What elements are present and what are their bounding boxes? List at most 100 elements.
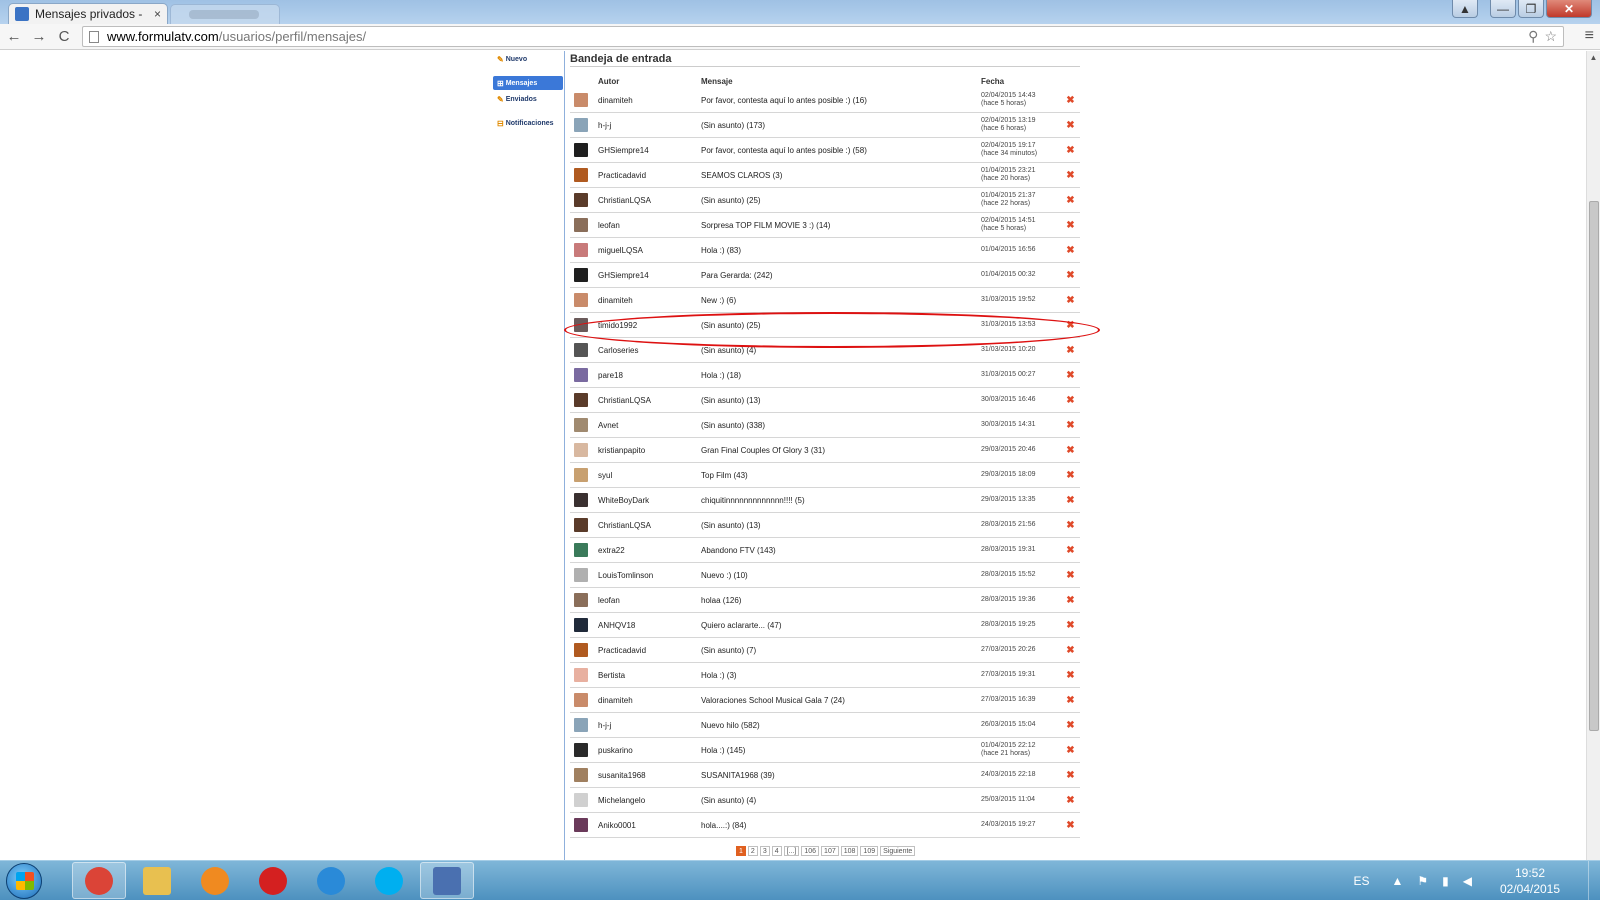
message-subject[interactable]: Por favor, contesta aquí lo antes posibl…	[701, 146, 981, 155]
browser-tab-inactive[interactable]	[170, 4, 280, 24]
message-row[interactable]: Avnet (Sin asunto) (338) 30/03/2015 14:31 ✖	[570, 413, 1080, 438]
delete-icon[interactable]: ✖	[1061, 420, 1080, 431]
avatar[interactable]	[574, 768, 588, 782]
avatar[interactable]	[574, 218, 588, 232]
language-indicator[interactable]: ES	[1353, 874, 1369, 888]
delete-icon[interactable]: ✖	[1061, 720, 1080, 731]
delete-icon[interactable]: ✖	[1061, 370, 1080, 381]
user-profile-icon[interactable]: ▲	[1452, 0, 1478, 18]
message-row[interactable]: ChristianLQSA (Sin asunto) (25) 01/04/2015…	[570, 188, 1080, 213]
message-author[interactable]: leofan	[598, 596, 701, 605]
pager-link[interactable]: 4	[771, 846, 782, 856]
message-row[interactable]: ANHQV18 Quiero aclararte... (47) 28/03/201…	[570, 613, 1080, 638]
message-subject[interactable]: Top Film (43)	[701, 471, 981, 480]
message-subject[interactable]: (Sin asunto) (338)	[701, 421, 981, 430]
avatar[interactable]	[574, 168, 588, 182]
message-author[interactable]: Practicadavid	[598, 646, 701, 655]
avatar[interactable]	[574, 368, 588, 382]
message-subject[interactable]: SUSANITA1968 (39)	[701, 771, 981, 780]
delete-icon[interactable]: ✖	[1061, 320, 1080, 331]
address-bar[interactable]: www.formulatv.com/usuarios/perfil/mensaj…	[82, 26, 1564, 47]
message-subject[interactable]: Nuevo :) (10)	[701, 571, 981, 580]
message-subject[interactable]: Hola :) (18)	[701, 371, 981, 380]
avatar[interactable]	[574, 93, 588, 107]
message-row[interactable]: dinamiteh Por favor, contesta aquí lo ant…	[570, 88, 1080, 113]
avatar[interactable]	[574, 418, 588, 432]
taskbar-app-chrome[interactable]	[72, 862, 126, 899]
message-author[interactable]: Aniko0001	[598, 821, 701, 830]
message-author[interactable]: susanita1968	[598, 771, 701, 780]
sidebar-item-notificaciones[interactable]: ⊟ Notificaciones	[493, 116, 563, 130]
delete-icon[interactable]: ✖	[1061, 95, 1080, 106]
message-subject[interactable]: (Sin asunto) (173)	[701, 121, 981, 130]
delete-icon[interactable]: ✖	[1061, 120, 1080, 131]
message-author[interactable]: timido1992	[598, 321, 701, 330]
message-subject[interactable]: Valoraciones School Musical Gala 7 (24)	[701, 696, 981, 705]
message-row[interactable]: GHSiempre14 Para Gerarda: (242) 01/04/2015…	[570, 263, 1080, 288]
delete-icon[interactable]: ✖	[1061, 195, 1080, 206]
pager-link[interactable]: 107	[821, 846, 839, 856]
delete-icon[interactable]: ✖	[1061, 545, 1080, 556]
message-subject[interactable]: Sorpresa TOP FILM MOVIE 3 :) (14)	[701, 221, 981, 230]
message-subject[interactable]: (Sin asunto) (4)	[701, 346, 981, 355]
pager-link[interactable]: 3	[759, 846, 770, 856]
message-row[interactable]: ChristianLQSA (Sin asunto) (13) 28/03/2015…	[570, 513, 1080, 538]
avatar[interactable]	[574, 468, 588, 482]
message-row[interactable]: extra22 Abandono FTV (143) 28/03/2015 19:3…	[570, 538, 1080, 563]
delete-icon[interactable]: ✖	[1061, 345, 1080, 356]
avatar[interactable]	[574, 593, 588, 607]
message-row[interactable]: h-j-j Nuevo hilo (582) 26/03/2015 15:04 ✖	[570, 713, 1080, 738]
taskbar-app-acrobat[interactable]	[246, 862, 300, 899]
delete-icon[interactable]: ✖	[1061, 620, 1080, 631]
delete-icon[interactable]: ✖	[1061, 295, 1080, 306]
message-row[interactable]: h-j-j (Sin asunto) (173) 02/04/2015 13:19(…	[570, 113, 1080, 138]
avatar[interactable]	[574, 743, 588, 757]
message-row[interactable]: Michelangelo (Sin asunto) (4) 25/03/2015 1…	[570, 788, 1080, 813]
message-subject[interactable]: Hola :) (145)	[701, 746, 981, 755]
browser-menu-icon[interactable]: ≡	[1585, 27, 1594, 45]
avatar[interactable]	[574, 668, 588, 682]
avatar[interactable]	[574, 343, 588, 357]
scrollbar-thumb[interactable]	[1589, 201, 1599, 731]
message-subject[interactable]: hola....:) (84)	[701, 821, 981, 830]
message-author[interactable]: h-j-j	[598, 721, 701, 730]
message-author[interactable]: Practicadavid	[598, 171, 701, 180]
message-subject[interactable]: Hola :) (83)	[701, 246, 981, 255]
message-author[interactable]: ChristianLQSA	[598, 521, 701, 530]
message-row[interactable]: LouisTomlinson Nuevo :) (10) 28/03/2015 15…	[570, 563, 1080, 588]
message-row[interactable]: dinamiteh New :) (6) 31/03/2015 19:52 ✖	[570, 288, 1080, 313]
avatar[interactable]	[574, 618, 588, 632]
avatar[interactable]	[574, 293, 588, 307]
message-row[interactable]: susanita1968 SUSANITA1968 (39) 24/03/2015 …	[570, 763, 1080, 788]
message-subject[interactable]: Nuevo hilo (582)	[701, 721, 981, 730]
delete-icon[interactable]: ✖	[1061, 695, 1080, 706]
pager-link[interactable]: 106	[801, 846, 820, 856]
message-row[interactable]: kristianpapito Gran Final Couples Of Glor…	[570, 438, 1080, 463]
message-row[interactable]: dinamiteh Valoraciones School Musical Gal…	[570, 688, 1080, 713]
message-row[interactable]: Bertista Hola :) (3) 27/03/2015 19:31 ✖	[570, 663, 1080, 688]
message-author[interactable]: GHSiempre14	[598, 146, 701, 155]
back-button[interactable]: ←	[3, 26, 25, 48]
delete-icon[interactable]: ✖	[1061, 795, 1080, 806]
delete-icon[interactable]: ✖	[1061, 745, 1080, 756]
message-author[interactable]: syul	[598, 471, 701, 480]
message-subject[interactable]: (Sin asunto) (4)	[701, 796, 981, 805]
message-subject[interactable]: (Sin asunto) (13)	[701, 396, 981, 405]
message-author[interactable]: Avnet	[598, 421, 701, 430]
delete-icon[interactable]: ✖	[1061, 145, 1080, 156]
action-center-flag-icon[interactable]: ⚑	[1417, 874, 1428, 888]
sidebar-item-nuevo[interactable]: ✎ Nuevo	[493, 52, 563, 66]
message-author[interactable]: dinamiteh	[598, 96, 701, 105]
message-subject[interactable]: (Sin asunto) (25)	[701, 321, 981, 330]
delete-icon[interactable]: ✖	[1061, 470, 1080, 481]
avatar[interactable]	[574, 193, 588, 207]
message-subject[interactable]: (Sin asunto) (7)	[701, 646, 981, 655]
bookmark-star-icon[interactable]: ☆	[1544, 28, 1557, 45]
message-subject[interactable]: Para Gerarda: (242)	[701, 271, 981, 280]
vertical-scrollbar[interactable]: ▲	[1586, 51, 1600, 860]
message-author[interactable]: GHSiempre14	[598, 271, 701, 280]
delete-icon[interactable]: ✖	[1061, 220, 1080, 231]
avatar[interactable]	[574, 718, 588, 732]
message-row[interactable]: leofan Sorpresa TOP FILM MOVIE 3 :) (14) 0…	[570, 213, 1080, 238]
delete-icon[interactable]: ✖	[1061, 395, 1080, 406]
